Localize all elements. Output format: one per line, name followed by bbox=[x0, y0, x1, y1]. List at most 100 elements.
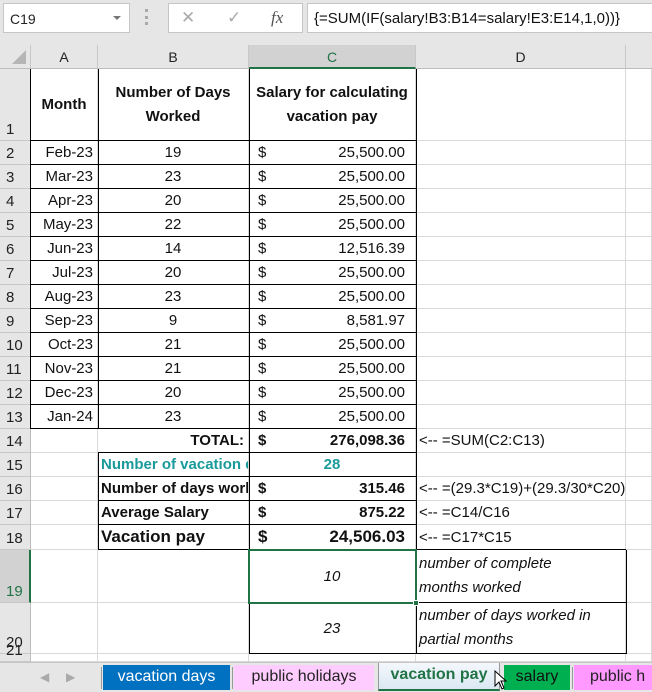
row-header-3[interactable]: 3 bbox=[0, 165, 31, 189]
cell-e[interactable] bbox=[626, 309, 652, 333]
salary-cell[interactable]: $25,500.00 bbox=[249, 405, 416, 429]
row-header-17[interactable]: 17 bbox=[0, 501, 31, 525]
cell-e16[interactable] bbox=[626, 477, 652, 501]
cell-e[interactable] bbox=[626, 189, 652, 213]
cell-d15[interactable] bbox=[416, 453, 626, 477]
cell-c21[interactable] bbox=[249, 654, 416, 662]
salary-cell[interactable]: $8,581.97 bbox=[249, 309, 416, 333]
vacation-pay-value-cell[interactable]: $24,506.03 bbox=[249, 525, 416, 550]
salary-cell[interactable]: $25,500.00 bbox=[249, 333, 416, 357]
tab-vacation-pay[interactable]: vacation pay bbox=[378, 663, 500, 691]
row-header-15[interactable]: 15 bbox=[0, 453, 31, 477]
days-cell[interactable]: 21 bbox=[98, 333, 249, 357]
column-header-e[interactable] bbox=[626, 45, 652, 69]
row-header-12[interactable]: 12 bbox=[0, 381, 31, 405]
vacation-pay-label[interactable]: Vacation pay bbox=[98, 525, 249, 550]
cell-e[interactable] bbox=[626, 405, 652, 429]
salary-cell[interactable]: $25,500.00 bbox=[249, 357, 416, 381]
month-cell[interactable]: Jul-23 bbox=[31, 261, 98, 285]
tab-public-holidays[interactable]: public holidays bbox=[234, 665, 374, 690]
cell-a19[interactable] bbox=[31, 550, 98, 603]
month-cell[interactable]: Apr-23 bbox=[31, 189, 98, 213]
month-cell[interactable]: May-23 bbox=[31, 213, 98, 237]
cell-d[interactable] bbox=[416, 261, 626, 285]
cell-e18[interactable] bbox=[626, 525, 652, 550]
row-header-18[interactable]: 18 bbox=[0, 525, 31, 550]
row-header-6[interactable]: 6 bbox=[0, 237, 31, 261]
scroll-right-icon[interactable]: ▶ bbox=[66, 670, 75, 684]
days-cell[interactable]: 20 bbox=[98, 189, 249, 213]
cell-b19[interactable] bbox=[98, 550, 249, 603]
formula-input[interactable]: {=SUM(IF(salary!B3:B14=salary!E3:E14,1,0… bbox=[307, 3, 652, 33]
fill-handle[interactable] bbox=[413, 600, 419, 606]
days-worked-label[interactable]: Number of days worked bbox=[98, 477, 249, 501]
row-header-9[interactable]: 9 bbox=[0, 309, 31, 333]
salary-cell[interactable]: $25,500.00 bbox=[249, 261, 416, 285]
month-cell[interactable]: Aug-23 bbox=[31, 285, 98, 309]
row-header-13[interactable]: 13 bbox=[0, 405, 31, 429]
tab-vacation-days[interactable]: vacation days bbox=[103, 665, 230, 690]
cell-e19[interactable] bbox=[626, 550, 652, 603]
partial-days-value[interactable]: 23 bbox=[249, 603, 416, 654]
row-header-19[interactable]: 19 bbox=[0, 550, 31, 603]
salary-cell[interactable]: $25,500.00 bbox=[249, 213, 416, 237]
total-note[interactable]: <-- =SUM(C2:C13) bbox=[416, 429, 626, 453]
row-header-5[interactable]: 5 bbox=[0, 213, 31, 237]
cell-a20[interactable] bbox=[31, 603, 98, 654]
days-cell[interactable]: 22 bbox=[98, 213, 249, 237]
tab-salary[interactable]: salary bbox=[504, 665, 570, 690]
header-month[interactable]: Month bbox=[31, 69, 98, 141]
cell-d[interactable] bbox=[416, 405, 626, 429]
cell-e[interactable] bbox=[626, 333, 652, 357]
insert-function-icon[interactable]: fx bbox=[271, 8, 283, 28]
avg-salary-label[interactable]: Average Salary bbox=[98, 501, 249, 525]
salary-cell[interactable]: $25,500.00 bbox=[249, 141, 416, 165]
days-cell[interactable]: 21 bbox=[98, 357, 249, 381]
cell-e[interactable] bbox=[626, 213, 652, 237]
days-cell[interactable]: 23 bbox=[98, 405, 249, 429]
salary-cell[interactable]: $25,500.00 bbox=[249, 285, 416, 309]
header-days-worked[interactable]: Number of Days Worked bbox=[98, 69, 249, 141]
month-cell[interactable]: Nov-23 bbox=[31, 357, 98, 381]
salary-cell[interactable]: $25,500.00 bbox=[249, 165, 416, 189]
days-cell[interactable]: 14 bbox=[98, 237, 249, 261]
salary-cell[interactable]: $12,516.39 bbox=[249, 237, 416, 261]
cell-b20[interactable] bbox=[98, 603, 249, 654]
tab-public-h[interactable]: public h bbox=[574, 665, 652, 690]
month-cell[interactable]: Mar-23 bbox=[31, 165, 98, 189]
days-cell[interactable]: 23 bbox=[98, 285, 249, 309]
days-worked-value-cell[interactable]: $315.46 bbox=[249, 477, 416, 501]
cell-d21[interactable] bbox=[416, 654, 626, 662]
cell-e15[interactable] bbox=[626, 453, 652, 477]
cell-e1[interactable] bbox=[626, 69, 652, 141]
cell-e21[interactable] bbox=[626, 654, 652, 662]
cell-d[interactable] bbox=[416, 237, 626, 261]
salary-cell[interactable]: $25,500.00 bbox=[249, 189, 416, 213]
cell-d[interactable] bbox=[416, 141, 626, 165]
cell-e14[interactable] bbox=[626, 429, 652, 453]
cell-e[interactable] bbox=[626, 141, 652, 165]
scroll-left-icon[interactable]: ◀ bbox=[40, 670, 49, 684]
select-all-button[interactable] bbox=[0, 45, 31, 69]
cancel-icon[interactable]: ✕ bbox=[181, 8, 195, 28]
row-header-11[interactable]: 11 bbox=[0, 357, 31, 381]
row-header-1[interactable]: 1 bbox=[0, 69, 31, 141]
month-cell[interactable]: Jan-24 bbox=[31, 405, 98, 429]
partial-days-description[interactable]: number of days worked in partial months bbox=[416, 603, 626, 654]
row-header-16[interactable]: 16 bbox=[0, 477, 31, 501]
total-label[interactable]: TOTAL: bbox=[98, 429, 249, 453]
selected-cell-c19[interactable] bbox=[248, 549, 417, 604]
column-header-a[interactable]: A bbox=[31, 45, 98, 69]
days-cell[interactable]: 9 bbox=[98, 309, 249, 333]
complete-months-description[interactable]: number of complete months worked bbox=[416, 550, 626, 603]
cell-e[interactable] bbox=[626, 261, 652, 285]
cell-a17[interactable] bbox=[31, 501, 98, 525]
column-header-b[interactable]: B bbox=[98, 45, 249, 69]
cell-d[interactable] bbox=[416, 357, 626, 381]
row-header-7[interactable]: 7 bbox=[0, 261, 31, 285]
grip-icon[interactable] bbox=[145, 9, 149, 25]
cell-a15[interactable] bbox=[31, 453, 98, 477]
row-header-2[interactable]: 2 bbox=[0, 141, 31, 165]
row-header-21[interactable]: 21 bbox=[0, 642, 31, 662]
cell-d[interactable] bbox=[416, 213, 626, 237]
